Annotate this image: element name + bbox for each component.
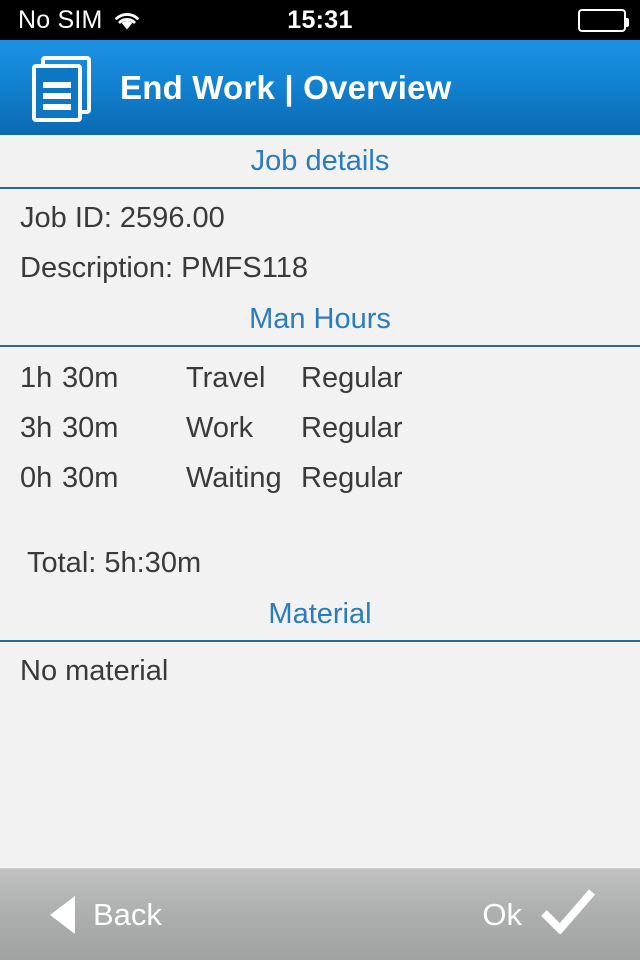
row-hours: 1h	[20, 362, 53, 394]
job-description-row: Description: PMFS118	[20, 252, 308, 284]
table-row: 1h 30m Travel Regular	[0, 353, 640, 403]
battery-full-icon	[578, 8, 629, 32]
status-bar-right	[578, 0, 629, 40]
documents-stack-icon	[26, 52, 98, 124]
row-minutes: 30m	[62, 412, 119, 444]
row-hours: 0h	[20, 462, 53, 494]
main-content: Job details Job ID: 2596.00 Description:…	[0, 135, 640, 868]
section-title-job-details: Job details	[0, 135, 640, 189]
back-button[interactable]: Back	[50, 869, 162, 960]
row-rate: Regular	[301, 412, 403, 444]
job-id-row: Job ID: 2596.00	[20, 202, 225, 234]
ok-button[interactable]: Ok	[482, 869, 596, 960]
section-title-man-hours: Man Hours	[0, 293, 640, 347]
table-row: 3h 30m Work Regular	[0, 403, 640, 453]
row-activity: Travel	[186, 362, 266, 394]
row-rate: Regular	[301, 362, 403, 394]
row-activity: Work	[186, 412, 254, 444]
back-button-label: Back	[93, 896, 162, 932]
triangle-left-icon	[50, 895, 75, 934]
man-hours-total: Total: 5h:30m	[27, 547, 202, 579]
row-activity: Waiting	[186, 462, 282, 494]
row-minutes: 30m	[62, 462, 119, 494]
app-screen: No SIM 15:31 End Work | Overview Job det…	[0, 0, 640, 960]
section-title-material: Material	[0, 588, 640, 642]
bottom-toolbar: Back Ok	[0, 868, 640, 960]
row-rate: Regular	[301, 462, 403, 494]
checkmark-icon	[540, 888, 596, 942]
row-minutes: 30m	[62, 362, 119, 394]
table-row: 0h 30m Waiting Regular	[0, 453, 640, 503]
ok-button-label: Ok	[482, 896, 522, 932]
job-details-block: Job ID: 2596.00 Description: PMFS118	[0, 189, 640, 293]
app-header: End Work | Overview	[0, 40, 640, 135]
status-bar: No SIM 15:31	[0, 0, 640, 40]
material-empty-text: No material	[20, 655, 169, 687]
row-hours: 3h	[20, 412, 53, 444]
clock-label: 15:31	[287, 5, 353, 34]
page-title: End Work | Overview	[120, 68, 452, 106]
man-hours-table: 1h 30m Travel Regular 3h 30m Work Regula…	[0, 347, 640, 588]
